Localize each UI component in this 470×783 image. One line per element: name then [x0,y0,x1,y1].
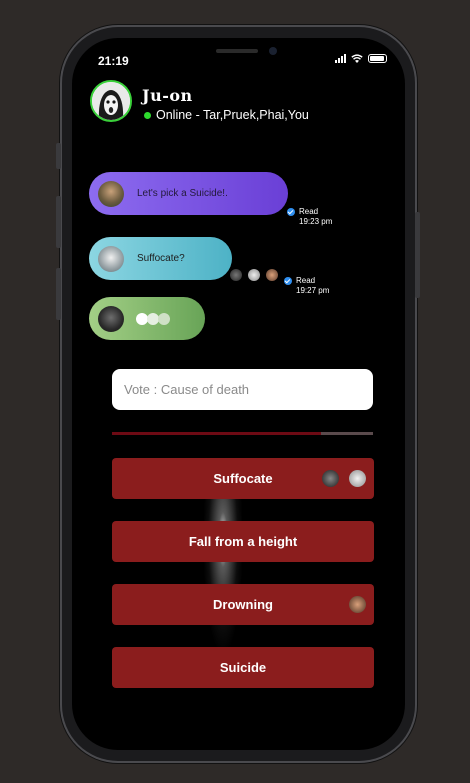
status-time: 21:19 [98,54,129,68]
seen-avatar [230,269,242,281]
typing-bubble [89,297,205,340]
message-bubble[interactable]: Let's pick a Suicide!. [89,172,288,215]
read-check-icon [287,208,295,216]
vote-option-label: Fall from a height [188,534,298,549]
message-text: Let's pick a Suicide!. [137,188,228,199]
vote-progress-fill [112,432,321,435]
read-label: Read [296,276,316,285]
read-time: 19:27 pm [296,286,330,295]
voter-avatar [322,470,339,487]
group-avatar[interactable] [90,80,132,122]
vote-progress-bar [112,432,373,435]
option-voters [322,470,366,487]
vote-option-drowning[interactable]: Drowning [112,584,374,625]
status-icons [335,54,387,63]
status-bar: 21:19 [72,38,405,82]
read-check-icon [284,277,292,285]
vote-option-suicide[interactable]: Suicide [112,647,374,688]
seen-by-avatars [230,269,278,281]
side-button [415,212,420,298]
speaker-grille [216,49,258,53]
vote-input[interactable] [112,369,373,410]
side-button [56,143,61,169]
sender-avatar[interactable] [98,245,124,272]
ghost-face-icon [92,82,130,120]
sender-avatar[interactable] [98,305,124,332]
sender-avatar[interactable] [98,180,124,207]
vote-option-suffocate[interactable]: Suffocate [112,458,374,499]
front-camera [269,47,277,55]
read-receipt: Read 19:23 pm [287,207,332,227]
battery-icon [368,54,387,63]
wifi-icon [351,54,363,63]
voter-avatar [349,596,366,613]
side-button [56,268,61,320]
online-dot-icon [144,111,151,119]
read-receipt: Read 19:27 pm [284,276,329,296]
option-voters [349,596,366,613]
online-members-text: Online - Tar,Pruek,Phai,You [156,108,309,122]
read-label: Read [299,207,319,216]
chat-header: Ju-on Online - Tar,Pruek,Phai,You [90,80,390,130]
vote-option-label: Suicide [219,660,267,675]
signal-icon [335,54,346,63]
side-button [56,196,61,248]
message-text: Suffocate? [137,253,185,264]
phone-screen: 21:19 Ju-on Online - Tar,Pruek,Phai,You … [72,38,405,750]
vote-option-fall-from-height[interactable]: Fall from a height [112,521,374,562]
online-status: Online - Tar,Pruek,Phai,You [144,108,309,122]
vote-option-label: Suffocate [213,471,273,486]
vote-option-label: Drowning [213,597,273,612]
group-name: Ju-on [142,86,193,105]
seen-avatar [248,269,260,281]
typing-indicator [136,312,170,325]
voter-avatar [349,470,366,487]
seen-avatar [266,269,278,281]
message-bubble[interactable]: Suffocate? [89,237,232,280]
read-time: 19:23 pm [299,217,333,226]
